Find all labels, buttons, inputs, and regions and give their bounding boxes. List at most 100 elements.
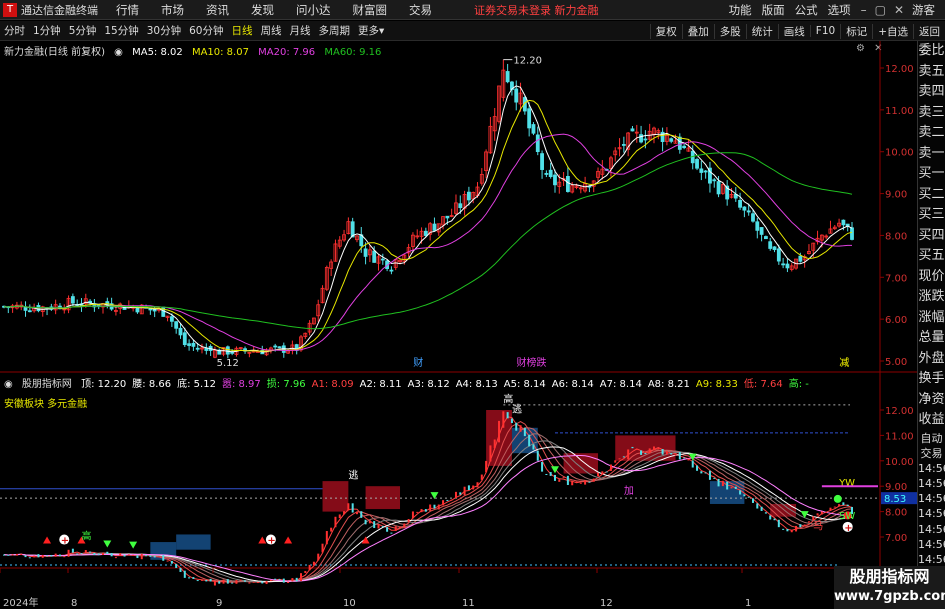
quote-field-label[interactable]: 净资	[918, 390, 945, 411]
y-tick-label: 6.00	[885, 315, 907, 326]
tab-30min[interactable]: 30分钟	[143, 23, 185, 38]
menu-ask-xiaoda[interactable]: 问小达	[296, 2, 331, 18]
f10-button[interactable]: F10	[809, 25, 840, 37]
maximize-icon[interactable]: ▢	[875, 3, 886, 17]
quote-field-label[interactable]: 买三	[918, 205, 945, 226]
sub-candle	[631, 446, 634, 449]
sub-candle	[803, 524, 806, 527]
draw-line-button[interactable]: 画线	[777, 23, 810, 39]
tab-1min[interactable]: 1分钟	[29, 23, 65, 38]
sub-candle	[248, 582, 251, 584]
menu-layout[interactable]: 版面	[762, 2, 785, 18]
quote-field-label[interactable]: 卖二	[918, 123, 945, 144]
ma20-line	[3, 133, 852, 352]
menu-market[interactable]: 市场	[161, 2, 184, 18]
minimize-icon[interactable]: –	[861, 3, 867, 17]
tab-intraday[interactable]: 分时	[0, 23, 29, 38]
mark-button[interactable]: 标记	[840, 23, 872, 39]
candle-body	[798, 255, 803, 262]
sub-candle	[515, 422, 518, 431]
sub-candle	[764, 512, 767, 514]
sub-candle	[192, 577, 195, 579]
quote-field-label[interactable]: 买四	[918, 226, 945, 247]
back-button[interactable]: 返回	[913, 23, 945, 39]
tab-monthly[interactable]: 月线	[286, 23, 315, 38]
add-watchlist-button[interactable]: +自选	[872, 23, 913, 39]
candle-body	[695, 159, 699, 169]
sub-candle	[773, 518, 776, 521]
quote-field-label[interactable]: 委比	[918, 41, 945, 62]
quote-field-label[interactable]: 卖一	[918, 144, 945, 165]
chevron-down-icon: ▾	[379, 25, 385, 37]
trade-time: 14:56	[918, 553, 945, 566]
quote-field-label[interactable]: 卖四	[918, 82, 945, 103]
sub-candle	[480, 474, 483, 480]
candle-body	[643, 138, 648, 141]
quote-field-label[interactable]: 总量	[918, 328, 945, 349]
chart-area[interactable]: 12.00 11.00 10.00 9.00 8.00 7.00 6.00 5.00 12.00…	[0, 41, 917, 609]
tab-weekly[interactable]: 周线	[257, 23, 286, 38]
quote-field-label[interactable]: 涨幅	[918, 308, 945, 329]
candle-body	[372, 250, 377, 263]
sub-candle	[721, 480, 724, 487]
candle-body	[277, 346, 282, 349]
adjust-button[interactable]: 复权	[649, 23, 682, 39]
tab-15min[interactable]: 15分钟	[100, 23, 142, 38]
menu-formula[interactable]: 公式	[795, 2, 818, 18]
sub-candle	[291, 578, 294, 582]
sub-candle	[321, 543, 324, 553]
quote-field-label[interactable]: 现价	[918, 267, 945, 288]
candle-body	[389, 269, 394, 272]
low-price-label: 5.12	[217, 358, 239, 369]
menu-discover[interactable]: 发现	[251, 2, 274, 18]
sub-candle	[312, 561, 315, 566]
tab-daily[interactable]: 日线	[228, 23, 257, 38]
menu-options[interactable]: 选项	[828, 2, 851, 18]
sub-candle	[20, 553, 23, 556]
quote-field-label[interactable]: 卖三	[918, 103, 945, 124]
menu-trade[interactable]: 交易	[409, 2, 432, 18]
sub-candle	[627, 449, 630, 460]
sub-candle	[838, 504, 841, 506]
close-icon[interactable]: ✕	[894, 3, 904, 17]
stats-button[interactable]: 统计	[745, 23, 778, 39]
login-notice[interactable]: 证券交易未登录 新力金融	[474, 2, 599, 18]
menu-functions[interactable]: 功能	[729, 2, 752, 18]
tab-more[interactable]: 更多▾	[354, 23, 388, 38]
quote-field-label[interactable]: 涨跌	[918, 287, 945, 308]
candle-body	[535, 134, 540, 153]
sub-candle	[265, 581, 268, 585]
candle-body	[699, 168, 704, 173]
candle-body	[191, 342, 196, 347]
candle-body	[553, 174, 557, 186]
multi-stock-button[interactable]: 多股	[713, 23, 746, 39]
sub-candle	[795, 525, 798, 532]
tab-multi-period[interactable]: 多周期	[315, 23, 355, 38]
quote-field-label[interactable]: 买二	[918, 185, 945, 206]
sub-candle	[450, 499, 453, 501]
tab-5min[interactable]: 5分钟	[65, 23, 101, 38]
quote-field-label[interactable]: 收益	[918, 410, 945, 431]
app-logo-icon: T	[3, 2, 17, 17]
tab-60min[interactable]: 60分钟	[185, 23, 227, 38]
guest-button[interactable]: 游客	[912, 2, 935, 18]
candle-body	[682, 145, 687, 149]
sub-candle	[114, 557, 117, 559]
menu-quotes[interactable]: 行情	[116, 2, 139, 18]
quote-field-label[interactable]: 外盘	[918, 349, 945, 370]
menu-news[interactable]: 资讯	[206, 2, 229, 18]
candle-body	[669, 138, 674, 142]
sub-candle	[338, 514, 341, 519]
sub-candle	[102, 552, 105, 556]
quote-field-label[interactable]: 卖五	[918, 62, 945, 83]
candle-body	[466, 191, 471, 201]
quote-field-label[interactable]: 买一	[918, 164, 945, 185]
trade-time: 14:56	[918, 461, 945, 475]
quote-field-label[interactable]: 换手	[918, 369, 945, 390]
trade-time: 14:56	[918, 492, 945, 506]
sub-candle	[71, 548, 74, 553]
menu-wealth-circle[interactable]: 财富圈	[353, 2, 388, 18]
overlay-button[interactable]: 叠加	[681, 23, 714, 39]
quote-field-label[interactable]: 买五	[918, 246, 945, 267]
sub-candle	[575, 481, 578, 483]
